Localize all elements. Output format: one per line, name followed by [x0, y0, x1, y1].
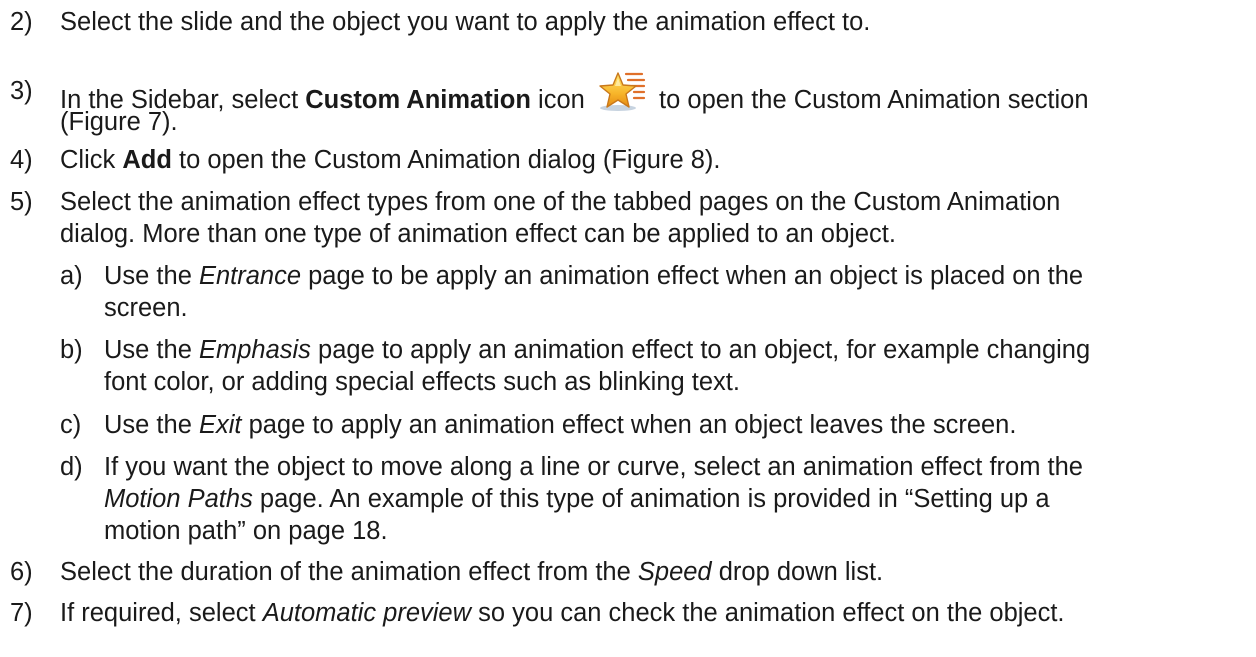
- step-text: In the Sidebar, select Custom Animation …: [60, 70, 1250, 138]
- step-number: 4): [10, 146, 33, 174]
- step-text: If required, select Automatic preview so…: [60, 599, 1065, 627]
- step-text: Click Add to open the Custom Animation d…: [60, 146, 721, 174]
- substep-letter: c): [60, 411, 82, 439]
- step-text: Select the slide and the object you want…: [60, 8, 871, 36]
- substep-text: Use the Entrance page to be apply an ani…: [104, 262, 1084, 322]
- substep-text: Use the Exit page to apply an animation …: [104, 411, 1017, 439]
- substep-letter: b): [60, 336, 83, 364]
- step-text: Select the animation effect types from o…: [60, 188, 1061, 248]
- custom-animation-star-icon: [599, 72, 646, 111]
- step-number: 7): [10, 599, 33, 627]
- step-text: Select the duration of the animation eff…: [60, 558, 884, 586]
- step-number: 2): [10, 8, 33, 36]
- substep-letter: a): [60, 262, 83, 290]
- substep-text: If you want the object to move along a l…: [104, 453, 1083, 545]
- substep-letter: d): [60, 453, 83, 481]
- step-number: 6): [10, 558, 33, 586]
- step-number: 3): [10, 77, 33, 105]
- step-number: 5): [10, 188, 33, 216]
- substep-text: Use the Emphasis page to apply an animat…: [104, 336, 1091, 396]
